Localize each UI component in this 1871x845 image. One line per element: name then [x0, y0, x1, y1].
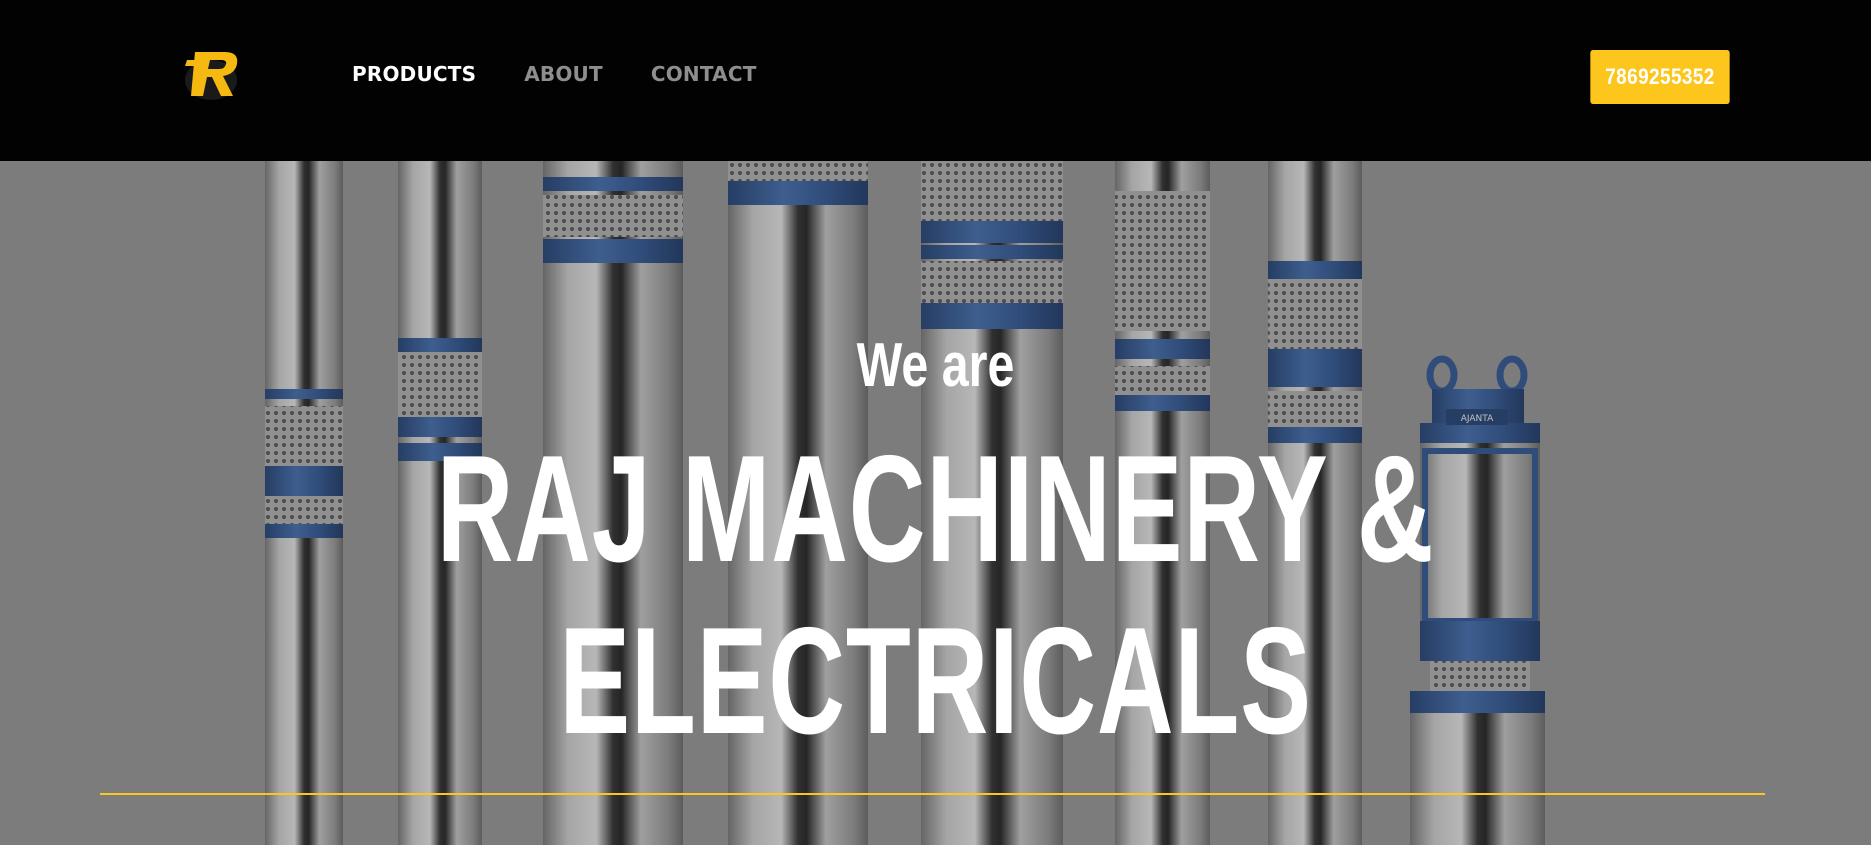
hero-section: AJANTA We are RAJ MACHINERY & ELECTRICAL…	[0, 161, 1871, 845]
phone-call-button[interactable]: 7869255352	[1590, 50, 1730, 104]
site-header: R PRODUCTS ABOUT CONTACT 7869255352	[0, 0, 1871, 161]
nav-contact[interactable]: CONTACT	[651, 62, 757, 86]
hero-title: RAJ MACHINERY & ELECTRICALS	[281, 423, 1591, 767]
nav-about[interactable]: ABOUT	[524, 62, 603, 86]
nav-products[interactable]: PRODUCTS	[352, 62, 476, 86]
hero-pretitle: We are	[856, 331, 1015, 400]
main-nav: PRODUCTS ABOUT CONTACT	[352, 62, 757, 86]
hero-divider-line	[100, 793, 1765, 795]
brand-logo-icon[interactable]: R	[181, 46, 247, 104]
page: R PRODUCTS ABOUT CONTACT 7869255352 AJAN…	[0, 0, 1871, 845]
hero-title-line-1: RAJ MACHINERY &	[436, 424, 1435, 594]
logo-letter: R	[181, 46, 182, 47]
hero-title-line-2: ELECTRICALS	[559, 596, 1312, 766]
